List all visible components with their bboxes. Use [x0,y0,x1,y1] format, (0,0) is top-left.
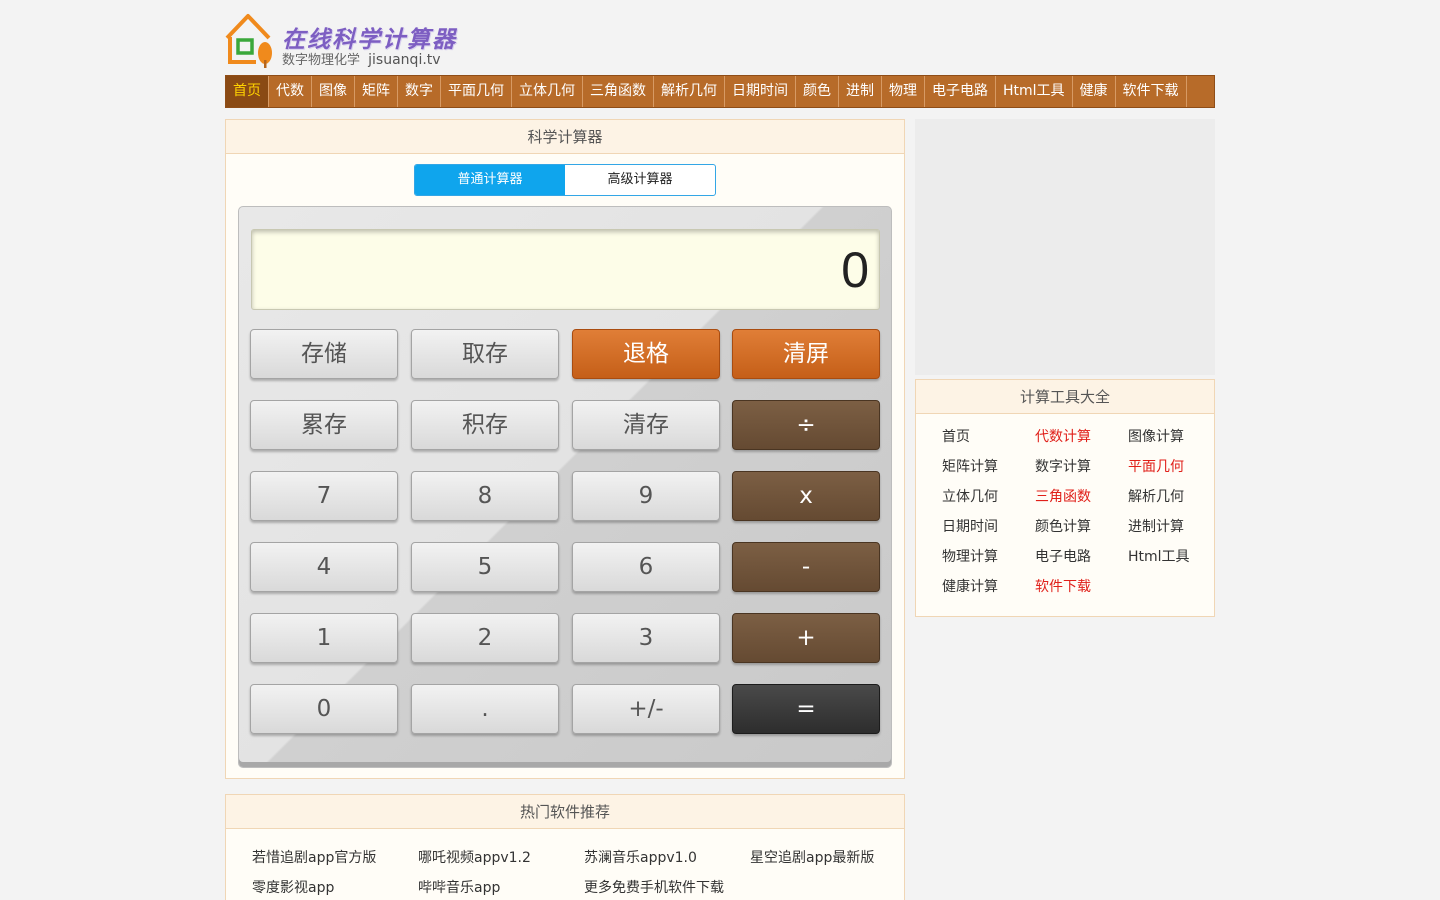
memory-recall-button[interactable]: 取存 [411,329,559,379]
tool-link-plane-geometry[interactable]: 平面几何 [1128,456,1184,476]
digit-1-button[interactable]: 1 [250,613,398,663]
digit-4-button[interactable]: 4 [250,542,398,592]
divide-button[interactable]: ÷ [732,400,880,450]
tool-link-date-time[interactable]: 日期时间 [942,516,998,536]
digit-5-button[interactable]: 5 [411,542,559,592]
memory-store-button[interactable]: 存储 [250,329,398,379]
digit-8-button[interactable]: 8 [411,471,559,521]
nav-item-graph[interactable]: 图像 [312,76,355,107]
memory-multiply-button[interactable]: 积存 [411,400,559,450]
calculator-tabs: 普通计算器 高级计算器 [414,164,716,196]
site-logo[interactable]: 在线科学计算器 数字物理化学 jisuanqi.tv [224,10,464,68]
software-link[interactable]: 星空追剧app最新版 [750,847,874,867]
tab-basic-calculator[interactable]: 普通计算器 [415,165,565,195]
nav-item-base[interactable]: 进制 [839,76,882,107]
digit-6-button[interactable]: 6 [572,542,720,592]
site-domain: jisuanqi.tv [368,52,441,68]
backspace-button[interactable]: 退格 [572,329,720,379]
nav-item-health[interactable]: 健康 [1073,76,1116,107]
nav-item-solid-geometry[interactable]: 立体几何 [512,76,583,107]
software-link[interactable]: 哔哔音乐app [418,877,500,897]
house-logo-icon [225,14,272,68]
tool-link-number[interactable]: 数字计算 [1035,456,1091,476]
nav-item-number[interactable]: 数字 [398,76,441,107]
software-link[interactable]: 苏澜音乐appv1.0 [584,847,697,867]
calculator-body: 0 存储 取存 退格 清屏 累存 积存 清存 ÷ 7 8 9 x 4 5 6 -… [238,206,892,768]
memory-clear-button[interactable]: 清存 [572,400,720,450]
digit-9-button[interactable]: 9 [572,471,720,521]
digit-7-button[interactable]: 7 [250,471,398,521]
nav-item-home[interactable]: 首页 [226,76,269,107]
nav-item-analytic-geometry[interactable]: 解析几何 [654,76,725,107]
tool-link-physics[interactable]: 物理计算 [942,546,998,566]
tool-link-html-tools[interactable]: Html工具 [1128,546,1190,566]
tool-link-circuit[interactable]: 电子电路 [1035,546,1091,566]
tool-link-solid-geometry[interactable]: 立体几何 [942,486,998,506]
add-button[interactable]: + [732,613,880,663]
multiply-button[interactable]: x [732,471,880,521]
software-link[interactable]: 若惜追剧app官方版 [252,847,376,867]
memory-add-button[interactable]: 累存 [250,400,398,450]
nav-item-plane-geometry[interactable]: 平面几何 [441,76,512,107]
software-panel: 热门软件推荐 若惜追剧app官方版 哪吒视频appv1.2 苏澜音乐appv1.… [225,794,905,900]
software-link[interactable]: 零度影视app [252,877,334,897]
software-title: 热门软件推荐 [226,795,904,829]
sign-toggle-button[interactable]: +/- [572,684,720,734]
more-software-link[interactable]: 更多免费手机软件下载 [584,877,724,897]
nav-item-algebra[interactable]: 代数 [269,76,312,107]
tab-advanced-calculator[interactable]: 高级计算器 [565,165,715,195]
nav-item-date-time[interactable]: 日期时间 [725,76,796,107]
tool-link-trigonometry[interactable]: 三角函数 [1035,486,1091,506]
clear-button[interactable]: 清屏 [732,329,880,379]
tool-link-base[interactable]: 进制计算 [1128,516,1184,536]
nav-item-matrix[interactable]: 矩阵 [355,76,398,107]
software-link[interactable]: 哪吒视频appv1.2 [418,847,531,867]
digit-2-button[interactable]: 2 [411,613,559,663]
calculator-panel: 科学计算器 普通计算器 高级计算器 0 存储 取存 退格 清屏 累存 积存 清存… [225,119,905,779]
subtract-button[interactable]: - [732,542,880,592]
calculator-title: 科学计算器 [226,120,904,154]
digit-3-button[interactable]: 3 [572,613,720,663]
digit-0-button[interactable]: 0 [250,684,398,734]
nav-item-color[interactable]: 颜色 [796,76,839,107]
equals-button[interactable]: = [732,684,880,734]
tool-link-graph[interactable]: 图像计算 [1128,426,1184,446]
tool-link-home[interactable]: 首页 [942,426,970,446]
nav-item-trigonometry[interactable]: 三角函数 [583,76,654,107]
nav-item-html-tools[interactable]: Html工具 [996,76,1073,107]
tool-link-health[interactable]: 健康计算 [942,576,998,596]
main-nav: 首页 代数 图像 矩阵 数字 平面几何 立体几何 三角函数 解析几何 日期时间 … [225,75,1215,108]
calculator-display: 0 [251,229,880,310]
tools-title: 计算工具大全 [916,380,1214,414]
tools-panel: 计算工具大全 首页 代数计算 图像计算 矩阵计算 数字计算 平面几何 立体几何 … [915,379,1215,617]
nav-item-physics[interactable]: 物理 [882,76,925,107]
tool-link-analytic-geometry[interactable]: 解析几何 [1128,486,1184,506]
tool-link-algebra[interactable]: 代数计算 [1035,426,1091,446]
ad-placeholder [915,119,1215,375]
decimal-point-button[interactable]: . [411,684,559,734]
tool-link-software[interactable]: 软件下载 [1035,576,1091,596]
nav-item-software[interactable]: 软件下载 [1116,76,1187,107]
tool-link-matrix[interactable]: 矩阵计算 [942,456,998,476]
subtitle-text: 数字物理化学 [282,53,361,68]
site-subtitle: 数字物理化学 jisuanqi.tv [282,49,441,68]
tool-link-color[interactable]: 颜色计算 [1035,516,1091,536]
nav-item-circuit[interactable]: 电子电路 [925,76,996,107]
